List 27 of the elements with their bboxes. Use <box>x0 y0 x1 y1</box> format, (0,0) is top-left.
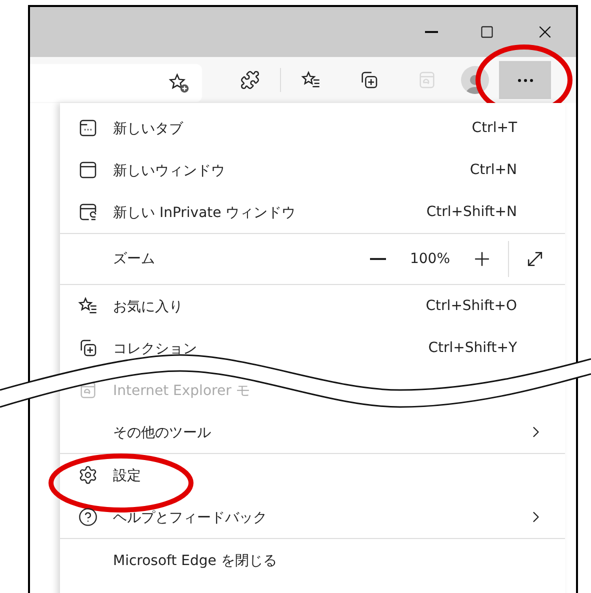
minimize-icon <box>425 31 438 33</box>
zoom-level: 100% <box>408 250 452 268</box>
star-list-icon <box>78 296 98 316</box>
new-tab-icon <box>78 118 98 138</box>
private-window-icon <box>78 202 98 222</box>
menu-item[interactable]: 新しい InPrivate ウィンドウ Ctrl+Shift+N <box>60 191 565 233</box>
menu-item[interactable]: その他のツール <box>60 411 565 453</box>
menu-item[interactable]: ヘルプとフィードバック <box>60 496 565 538</box>
menu-item[interactable]: 新しいタブ Ctrl+T <box>60 107 565 149</box>
menu-item[interactable]: お気に入り Ctrl+Shift+O <box>60 285 565 327</box>
menu-item[interactable]: 新しいウィンドウ Ctrl+N <box>60 149 565 191</box>
browser-mode-icon <box>417 70 437 90</box>
window-icon <box>78 160 98 180</box>
star-list-icon <box>301 70 321 90</box>
collections-icon <box>78 338 98 358</box>
settings-icon <box>78 465 98 485</box>
menu-item[interactable]: 設定 <box>60 454 565 496</box>
minus-icon <box>370 258 386 260</box>
menu-item[interactable]: Microsoft Edge を閉じる <box>60 539 565 581</box>
menu-item[interactable]: コレクション Ctrl+Shift+Y <box>60 327 565 369</box>
menu-item-label: ズーム <box>113 250 156 268</box>
collections-icon <box>359 70 379 90</box>
maximize-icon <box>480 25 494 39</box>
more-icon <box>518 78 532 82</box>
add-favorite-icon[interactable] <box>168 72 190 94</box>
menu-item-label: Internet Explorer モ <box>113 383 250 399</box>
help-icon <box>78 507 98 527</box>
